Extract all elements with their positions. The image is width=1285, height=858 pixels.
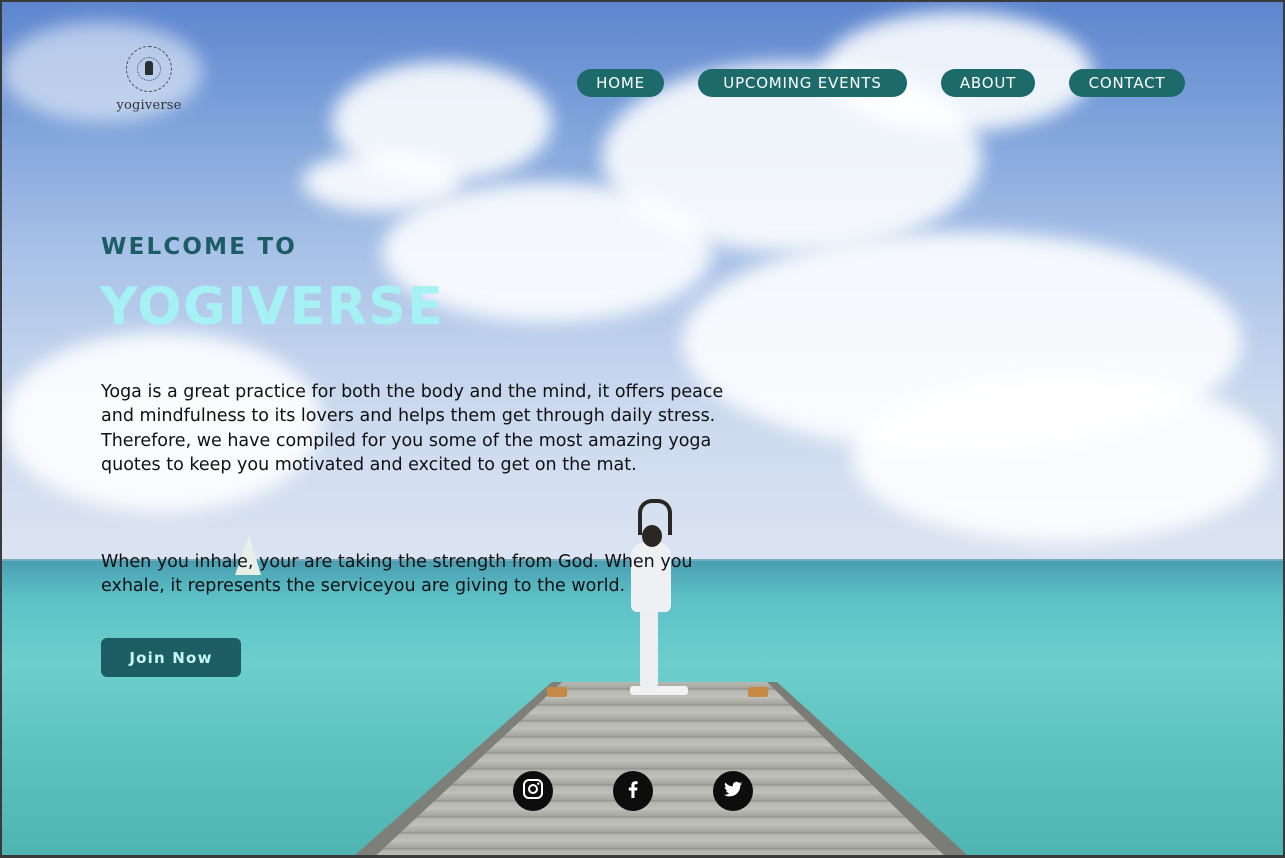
cloud — [852, 372, 1272, 542]
twitter-icon — [721, 777, 745, 805]
logo-text: yogiverse — [116, 98, 182, 113]
welcome-heading: WELCOME TO — [101, 234, 298, 260]
instagram-link[interactable] — [513, 771, 553, 811]
twitter-link[interactable] — [713, 771, 753, 811]
logo-figure — [145, 61, 153, 75]
facebook-icon — [621, 777, 645, 805]
hero-title: YOGIVERSE — [100, 277, 445, 337]
join-now-button[interactable]: Join Now — [101, 638, 241, 677]
pier-post — [547, 687, 567, 697]
yogi-figure — [640, 607, 658, 689]
yogi-figure — [642, 525, 662, 547]
nav-contact[interactable]: CONTACT — [1069, 69, 1185, 97]
instagram-icon — [521, 777, 545, 805]
intro-paragraph: Yoga is a great practice for both the bo… — [101, 382, 724, 476]
main-nav: HOME UPCOMING EVENTS ABOUT CONTACT — [2, 69, 1283, 97]
facebook-link[interactable] — [613, 771, 653, 811]
nav-home[interactable]: HOME — [577, 69, 664, 97]
pier-post — [748, 687, 768, 697]
yoga-mat-image — [630, 686, 688, 695]
nav-upcoming-events[interactable]: UPCOMING EVENTS — [698, 69, 907, 97]
page-frame: yogiverse HOME UPCOMING EVENTS ABOUT CON… — [0, 0, 1285, 858]
nav-about[interactable]: ABOUT — [941, 69, 1035, 97]
quote-paragraph: When you inhale, your are taking the str… — [101, 552, 693, 597]
